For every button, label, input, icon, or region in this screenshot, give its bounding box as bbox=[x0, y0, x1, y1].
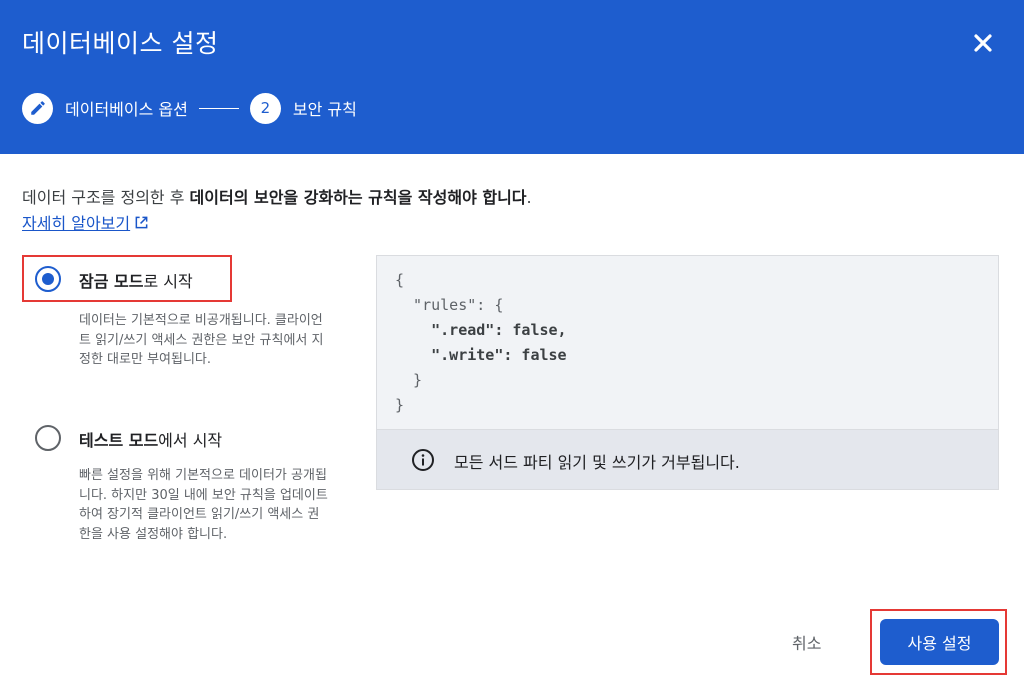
enable-button[interactable]: 사용 설정 bbox=[880, 619, 999, 665]
dialog-title: 데이터베이스 설정 bbox=[22, 29, 219, 58]
step-connector bbox=[198, 107, 239, 109]
learn-more-link[interactable]: 자세히 알아보기 bbox=[22, 210, 149, 234]
locked-mode-bold: 잠금 모드 bbox=[79, 272, 144, 291]
learn-more-label: 자세히 알아보기 bbox=[22, 214, 131, 233]
code-line: ".read": false, bbox=[395, 321, 567, 339]
step-2-label: 보안 규칙 bbox=[292, 100, 357, 119]
code-line: { bbox=[395, 271, 405, 289]
dialog-header: 데이터베이스 설정 데이터베이스 옵션 2 보안 규칙 bbox=[0, 0, 1024, 154]
test-mode-label[interactable]: 테스트 모드에서 시작 bbox=[79, 427, 222, 451]
info-icon bbox=[412, 449, 434, 471]
code-line: } bbox=[395, 396, 405, 414]
code-line: ".write": false bbox=[395, 346, 567, 364]
locked-mode-radio[interactable] bbox=[35, 266, 61, 292]
pencil-icon bbox=[30, 101, 45, 115]
rules-preview: { "rules": { ".read": false, ".write": f… bbox=[376, 255, 999, 490]
cancel-button[interactable]: 취소 bbox=[792, 630, 821, 654]
external-link-icon bbox=[135, 216, 148, 228]
intro-bold: 데이터의 보안을 강화하는 규칙을 작성해야 합니다 bbox=[189, 188, 527, 207]
rules-code: { "rules": { ".read": false, ".write": f… bbox=[395, 268, 567, 418]
test-mode-description: 빠른 설정을 위해 기본적으로 데이터가 공개됩니다. 하지만 30일 내에 보… bbox=[79, 468, 328, 542]
info-text: 모든 서드 파티 읽기 및 쓰기가 거부됩니다. bbox=[454, 453, 740, 472]
step-1-label: 데이터베이스 옵션 bbox=[65, 100, 188, 119]
test-mode-radio[interactable] bbox=[35, 425, 61, 451]
locked-mode-description: 데이터는 기본적으로 비공개됩니다. 클라이언트 읽기/쓰기 액세스 권한은 보… bbox=[79, 313, 324, 367]
step-2-circle: 2 bbox=[249, 92, 281, 124]
test-mode-bold: 테스트 모드 bbox=[79, 431, 159, 450]
stepper: 데이터베이스 옵션 2 보안 규칙 bbox=[22, 92, 357, 124]
locked-mode-rest: 로 시작 bbox=[143, 272, 193, 291]
intro-text: 데이터 구조를 정의한 후 데이터의 보안을 강화하는 규칙을 작성해야 합니다… bbox=[22, 184, 532, 208]
code-line: "rules": { bbox=[395, 296, 504, 314]
rules-info-bar: 모든 서드 파티 읽기 및 쓰기가 거부됩니다. bbox=[377, 429, 998, 489]
test-mode-rest: 에서 시작 bbox=[158, 431, 223, 450]
close-icon[interactable] bbox=[966, 26, 1000, 60]
step-2-number: 2 bbox=[260, 99, 271, 117]
code-line: } bbox=[395, 371, 423, 389]
locked-mode-label[interactable]: 잠금 모드로 시작 bbox=[79, 268, 193, 292]
step-1-circle bbox=[22, 92, 53, 124]
intro-prefix: 데이터 구조를 정의한 후 bbox=[22, 188, 190, 207]
intro-suffix: . bbox=[526, 188, 532, 207]
